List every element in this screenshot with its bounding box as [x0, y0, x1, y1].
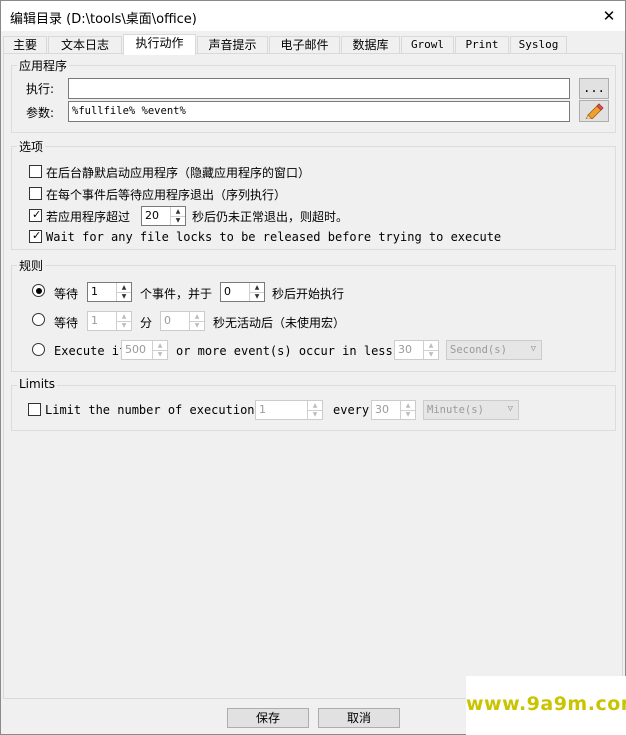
spin-down-icon[interactable]: ▼	[153, 350, 167, 359]
rule1-count-stepper[interactable]: 1 ▲ ▼	[87, 282, 132, 302]
limit-count-value: 1	[259, 403, 266, 416]
limit-every-label: every	[333, 403, 370, 417]
rule2-radio[interactable]	[32, 313, 45, 326]
wait-exit-checkbox[interactable]	[29, 187, 42, 200]
rule2-minutes-label: 分	[140, 316, 153, 330]
wait-file-locks-label: Wait for any file locks to be released b…	[46, 230, 502, 244]
tab-database[interactable]: 数据库	[341, 36, 400, 53]
silent-launch-label: 在后台静默启动应用程序（隐藏应用程序的窗口）	[46, 166, 311, 180]
rule2-wait-label: 等待	[54, 316, 79, 330]
limit-unit-select[interactable]: Minute(s) ▽	[423, 400, 519, 420]
timeout-suffix-label: 秒后仍未正常退出，则超时。	[192, 210, 349, 224]
spin-down-icon[interactable]: ▼	[424, 350, 438, 359]
tab-execute-action[interactable]: 执行动作	[123, 34, 196, 55]
rule2-minutes-value: 1	[91, 314, 98, 327]
rule3-unit-value: Second(s)	[450, 344, 507, 356]
tab-email[interactable]: 电子邮件	[269, 36, 340, 53]
options-group-title: 选项	[17, 138, 46, 155]
params-field[interactable]: %fullfile% %event%	[68, 101, 570, 122]
exec-path-field[interactable]	[68, 78, 570, 99]
rule1-seconds-value: 0	[224, 285, 231, 298]
limit-count-stepper[interactable]: 1 ▲ ▼	[255, 400, 323, 420]
dialog-window: 编辑目录 (D:\tools\桌面\office) ✕ 主要 文本日志 执行动作…	[0, 0, 626, 735]
tab-print[interactable]: Print	[455, 36, 509, 53]
application-group	[11, 65, 616, 133]
timeout-checkbox[interactable]: ✓	[29, 209, 42, 222]
limit-unit-value: Minute(s)	[427, 404, 484, 416]
rules-group-title: 规则	[17, 257, 46, 274]
window-title: 编辑目录 (D:\tools\桌面\office)	[10, 12, 197, 27]
spin-down-icon[interactable]: ▼	[190, 321, 204, 330]
watermark: www.9a9m.com	[466, 676, 626, 735]
cancel-button[interactable]: 取消	[318, 708, 400, 728]
tab-sound[interactable]: 声音提示	[197, 36, 268, 53]
tab-text-log[interactable]: 文本日志	[48, 36, 122, 53]
insert-macro-button[interactable]	[579, 100, 609, 122]
silent-launch-checkbox[interactable]	[29, 165, 42, 178]
rule3-unit-select[interactable]: Second(s) ▽	[446, 340, 542, 360]
rule1-radio[interactable]	[32, 284, 45, 297]
browse-button[interactable]: ...	[579, 78, 609, 99]
tab-main[interactable]: 主要	[3, 36, 47, 53]
rule3-pre-label: Execute if	[54, 344, 127, 358]
limit-executions-checkbox[interactable]	[28, 403, 41, 416]
rule1-seconds-stepper[interactable]: 0 ▲ ▼	[220, 282, 265, 302]
tab-growl[interactable]: Growl	[401, 36, 454, 53]
spin-down-icon[interactable]: ▼	[401, 410, 415, 419]
wait-file-locks-checkbox[interactable]: ✓	[29, 230, 42, 243]
rule2-end-label: 秒无活动后（未使用宏）	[213, 316, 346, 330]
rule1-mid-label: 个事件，并于	[140, 287, 213, 301]
title-bar: 编辑目录 (D:\tools\桌面\office) ✕	[1, 1, 625, 31]
checkmark-icon: ✓	[32, 229, 42, 242]
spin-down-icon[interactable]: ▼	[171, 216, 185, 225]
limit-amount-stepper[interactable]: 30 ▲ ▼	[371, 400, 416, 420]
limit-amount-value: 30	[375, 403, 389, 416]
rule3-mid-label: or more event(s) occur in less than	[176, 344, 429, 358]
rule3-amount-stepper[interactable]: 30 ▲ ▼	[394, 340, 439, 360]
rule3-count-stepper[interactable]: 500 ▲ ▼	[121, 340, 168, 360]
timeout-seconds-value: 20	[145, 209, 159, 222]
rule3-radio[interactable]	[32, 343, 45, 356]
rule2-seconds-value: 0	[164, 314, 171, 327]
tab-syslog[interactable]: Syslog	[510, 36, 567, 53]
close-icon[interactable]: ✕	[593, 1, 625, 31]
chevron-down-icon: ▽	[507, 404, 513, 414]
rule3-amount-value: 30	[398, 343, 412, 356]
save-button[interactable]: 保存	[227, 708, 309, 728]
application-group-title: 应用程序	[17, 57, 70, 74]
chevron-down-icon: ▽	[530, 344, 536, 354]
spin-down-icon[interactable]: ▼	[117, 292, 131, 301]
checkmark-icon: ✓	[32, 208, 42, 221]
spin-down-icon[interactable]: ▼	[250, 292, 264, 301]
rule3-count-value: 500	[125, 343, 146, 356]
timeout-label: 若应用程序超过	[46, 210, 131, 224]
rule1-count-value: 1	[91, 285, 98, 298]
params-label: 参数:	[26, 106, 55, 120]
rule2-seconds-stepper[interactable]: 0 ▲ ▼	[160, 311, 205, 331]
limits-group-title: Limits	[17, 377, 57, 391]
spin-down-icon[interactable]: ▼	[308, 410, 322, 419]
watermark-text: www.9a9m.com	[466, 693, 626, 715]
limit-executions-label: Limit the number of executions to	[45, 403, 284, 417]
tab-strip: 主要 文本日志 执行动作 声音提示 电子邮件 数据库 Growl Print S…	[3, 34, 623, 55]
wait-exit-label: 在每个事件后等待应用程序退出（序列执行）	[46, 188, 287, 202]
exec-label: 执行:	[26, 82, 55, 96]
pencil-eraser-icon	[585, 103, 604, 119]
rule2-minutes-stepper[interactable]: 1 ▲ ▼	[87, 311, 132, 331]
timeout-seconds-stepper[interactable]: 20 ▲ ▼	[141, 206, 186, 226]
rule1-end-label: 秒后开始执行	[272, 287, 345, 301]
spin-down-icon[interactable]: ▼	[117, 321, 131, 330]
rule1-wait-label: 等待	[54, 287, 79, 301]
